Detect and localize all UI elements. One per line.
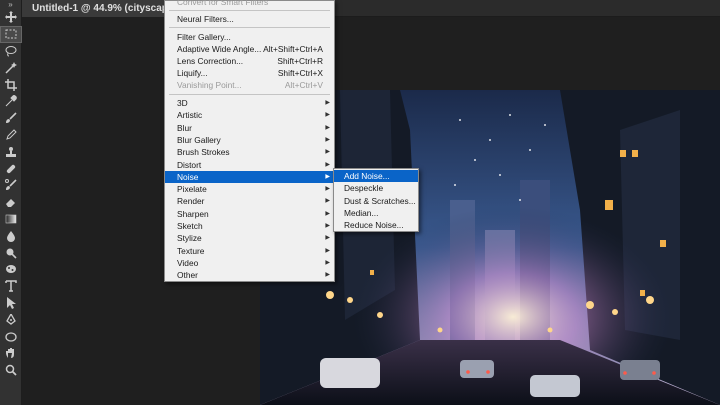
menu-item-shortcut: Alt+Ctrl+V (284, 80, 323, 90)
gradient-tool-icon[interactable] (0, 211, 22, 228)
submenu-arrow-icon: ▶ (325, 223, 330, 229)
menu-item-label: Distort (177, 159, 202, 170)
menu-item-label: Lens Correction... (177, 56, 244, 66)
menu-item-label: Stylize (177, 233, 202, 244)
pencil-tool-icon[interactable] (0, 127, 22, 144)
menu-item-stylize[interactable]: Stylize ▶ (165, 232, 334, 244)
menu-item-label: Vanishing Point... (177, 80, 242, 90)
filter-menu: Convert for Smart Filters Neural Filters… (164, 0, 335, 282)
menu-item-dust-scratches[interactable]: Dust & Scratches... (334, 195, 418, 207)
submenu-arrow-icon: ▶ (325, 247, 330, 254)
sponge-tool-icon[interactable] (0, 261, 22, 278)
submenu-arrow-icon: ▶ (325, 210, 330, 217)
menu-item-despeckle[interactable]: Despeckle (334, 182, 418, 194)
submenu-arrow-icon: ▶ (325, 186, 330, 193)
menu-item-pixelate[interactable]: Pixelate ▶ (165, 183, 334, 195)
eraser-tool-icon[interactable] (0, 194, 22, 211)
menu-item-label: Artistic (177, 110, 203, 121)
menu-item-brush-strokes[interactable]: Brush Strokes ▶ (165, 146, 334, 158)
menu-separator (169, 10, 330, 11)
eyedropper-tool-icon[interactable] (0, 93, 22, 110)
menu-item-blur-gallery[interactable]: Blur Gallery ▶ (165, 134, 334, 146)
menu-item-shortcut: Shift+Ctrl+R (277, 56, 323, 66)
noise-submenu: Add Noise... Despeckle Dust & Scratches.… (333, 168, 419, 232)
submenu-arrow-icon: ▶ (325, 259, 330, 266)
menu-item-video[interactable]: Video ▶ (165, 257, 334, 269)
document-tab-bar: Untitled-1 @ 44.9% (cityscapeflat, RGB/ (22, 0, 720, 17)
menu-item-distort[interactable]: Distort ▶ (165, 159, 334, 171)
path-selection-tool-icon[interactable] (0, 295, 22, 312)
zoom-tool-icon[interactable] (0, 362, 22, 379)
menu-item-neural-filters[interactable]: Neural Filters... (165, 13, 334, 25)
collapse-toolbar-button[interactable]: » (0, 0, 21, 9)
menu-item-label: Video (177, 257, 199, 268)
healing-tool-icon[interactable] (0, 160, 22, 177)
submenu-arrow-icon: ▶ (325, 112, 330, 119)
submenu-arrow-icon: ▶ (325, 100, 330, 106)
menu-item-label: Brush Strokes (177, 147, 230, 158)
menu-item-median[interactable]: Median... (334, 207, 418, 219)
tools-panel: » (0, 0, 22, 405)
menu-item-render[interactable]: Render ▶ (165, 195, 334, 207)
menu-item-convert-smart-filters: Convert for Smart Filters (177, 0, 269, 7)
menu-item-adaptive-wide-angle[interactable]: Adaptive Wide Angle... Alt+Shift+Ctrl+A (165, 43, 334, 55)
history-brush-tool-icon[interactable] (0, 177, 22, 194)
ellipse-tool-icon[interactable] (0, 328, 22, 345)
menu-item-label: 3D (177, 98, 188, 108)
menu-item-artistic[interactable]: Artistic ▶ (165, 109, 334, 121)
menu-item-noise[interactable]: Noise ▶ (165, 170, 334, 183)
magic-wand-tool-icon[interactable] (0, 59, 22, 76)
menu-item-3d[interactable]: 3D ▶ (165, 97, 334, 109)
crop-tool-icon[interactable] (0, 76, 22, 93)
menu-item-shortcut: Alt+Shift+Ctrl+A (263, 44, 323, 54)
menu-item-blur[interactable]: Blur ▶ (165, 122, 334, 134)
menu-item-add-noise[interactable]: Add Noise... (334, 170, 418, 183)
pen-tool-icon[interactable] (0, 311, 22, 328)
menu-item-label: Blur (177, 122, 192, 133)
submenu-arrow-icon: ▶ (325, 235, 330, 242)
submenu-arrow-icon: ▶ (325, 173, 330, 180)
menu-item-label: Noise (177, 171, 199, 182)
menu-item-texture[interactable]: Texture ▶ (165, 245, 334, 257)
menu-item-label: Liquify... (177, 68, 208, 78)
menu-item-label: Pixelate (177, 184, 207, 195)
submenu-arrow-icon: ▶ (325, 272, 330, 279)
menu-item-label: Adaptive Wide Angle... (177, 44, 262, 54)
menu-item-label: Render (177, 196, 205, 207)
menu-item-liquify[interactable]: Liquify... Shift+Ctrl+X (165, 67, 334, 79)
menu-item-label: Sharpen (177, 208, 209, 219)
menu-item-label: Other (177, 270, 198, 281)
menu-item-sharpen[interactable]: Sharpen ▶ (165, 208, 334, 220)
menu-item-label: Sketch (177, 221, 203, 231)
menu-item-shortcut: Shift+Ctrl+X (277, 68, 323, 78)
menu-separator (169, 94, 330, 95)
submenu-arrow-icon: ▶ (325, 149, 330, 156)
lasso-tool-icon[interactable] (0, 43, 22, 60)
menu-item-sketch[interactable]: Sketch ▶ (165, 220, 334, 232)
menu-separator (169, 27, 330, 28)
hand-tool-icon[interactable] (0, 345, 22, 362)
move-tool-icon[interactable] (0, 9, 22, 26)
menu-item-vanishing-point: Vanishing Point... Alt+Ctrl+V (165, 79, 334, 91)
submenu-arrow-icon: ▶ (325, 198, 330, 205)
brush-tool-icon[interactable] (0, 110, 22, 127)
type-tool-icon[interactable] (0, 278, 22, 295)
menu-item-label: Blur Gallery (177, 134, 221, 145)
clone-stamp-tool-icon[interactable] (0, 143, 22, 160)
menu-item-reduce-noise[interactable]: Reduce Noise... (334, 219, 418, 231)
dodge-tool-icon[interactable] (0, 244, 22, 261)
submenu-arrow-icon: ▶ (325, 124, 330, 131)
blur-tool-icon[interactable] (0, 227, 22, 244)
menu-item-filter-gallery[interactable]: Filter Gallery... (165, 31, 334, 43)
submenu-arrow-icon: ▶ (325, 161, 330, 168)
marquee-tool-icon[interactable] (0, 25, 22, 43)
menu-item-other[interactable]: Other ▶ (165, 269, 334, 281)
submenu-arrow-icon: ▶ (325, 136, 330, 143)
menu-item-lens-correction[interactable]: Lens Correction... Shift+Ctrl+R (165, 55, 334, 67)
menu-item-label: Texture (177, 245, 205, 256)
